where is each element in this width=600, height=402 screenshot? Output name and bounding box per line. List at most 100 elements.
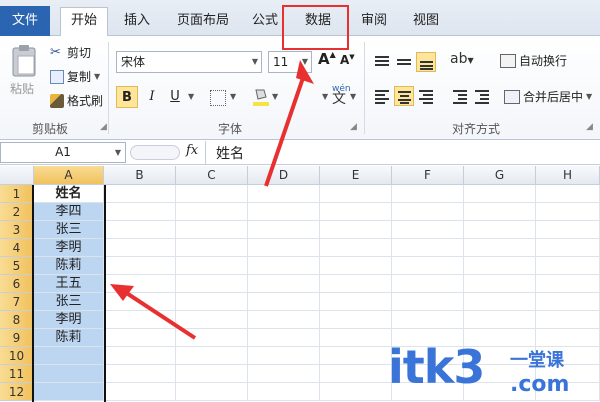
orientation-icon[interactable]: ab▼ [450, 51, 474, 67]
row-header[interactable]: 2 [0, 203, 34, 221]
tab-view[interactable]: 视图 [404, 8, 448, 34]
cell-a[interactable]: 姓名 [34, 185, 104, 203]
cell[interactable] [536, 185, 600, 203]
underline-button[interactable]: U [164, 86, 186, 108]
grow-font-icon[interactable]: A▲ [318, 50, 336, 68]
cell-a[interactable]: 李明 [34, 311, 104, 329]
font-size-select[interactable]: 11 ▼ [268, 51, 312, 73]
paste-button[interactable]: 粘贴 [10, 80, 34, 97]
wrap-text-button[interactable]: 自动换行 [500, 52, 567, 69]
italic-button[interactable]: I [141, 86, 163, 108]
fill-color-icon[interactable] [252, 87, 270, 107]
paste-icon[interactable] [10, 44, 38, 78]
chevron-down-icon[interactable]: ▼ [350, 92, 356, 101]
cell[interactable] [464, 185, 536, 203]
formula-bar-divider-handle[interactable] [130, 145, 180, 160]
row-header[interactable]: 10 [0, 347, 34, 365]
cell[interactable] [248, 293, 320, 311]
cell[interactable] [104, 203, 176, 221]
formula-input[interactable]: 姓名 [216, 143, 244, 163]
cut-button[interactable]: ✂ 剪切 [50, 44, 91, 61]
cell[interactable] [176, 383, 248, 401]
cell[interactable] [176, 185, 248, 203]
column-header[interactable]: H [536, 166, 600, 185]
cell[interactable] [176, 311, 248, 329]
row-header[interactable]: 3 [0, 221, 34, 239]
cell[interactable] [320, 239, 392, 257]
cell[interactable] [176, 257, 248, 275]
cell[interactable] [392, 221, 464, 239]
align-middle-button[interactable] [394, 52, 414, 72]
cell-a[interactable]: 王五 [34, 275, 104, 293]
align-bottom-button[interactable] [416, 52, 436, 72]
chevron-down-icon[interactable]: ▼ [272, 92, 278, 101]
tab-page-layout[interactable]: 页面布局 [168, 8, 238, 34]
column-header[interactable]: A [34, 166, 104, 185]
cell[interactable] [176, 329, 248, 347]
cell-a[interactable] [34, 347, 104, 365]
cell[interactable] [392, 293, 464, 311]
name-box[interactable]: A1 ▼ [0, 142, 126, 163]
cell[interactable] [248, 257, 320, 275]
cell[interactable] [248, 329, 320, 347]
cell[interactable] [104, 275, 176, 293]
cell[interactable] [104, 239, 176, 257]
bold-button[interactable]: B [116, 86, 138, 108]
dialog-launcher-icon[interactable]: ◢ [100, 122, 107, 132]
row-header[interactable]: 1 [0, 185, 34, 203]
cell[interactable] [104, 347, 176, 365]
cell-a[interactable]: 李明 [34, 239, 104, 257]
cell[interactable] [536, 221, 600, 239]
select-all-corner[interactable] [0, 166, 34, 185]
cell[interactable] [536, 311, 600, 329]
cell[interactable] [104, 311, 176, 329]
tab-review[interactable]: 审阅 [352, 8, 396, 34]
cell[interactable] [104, 185, 176, 203]
row-header[interactable]: 8 [0, 311, 34, 329]
cell-a[interactable]: 张三 [34, 293, 104, 311]
cell[interactable] [176, 203, 248, 221]
tab-formulas[interactable]: 公式 [244, 8, 286, 34]
cell[interactable] [320, 221, 392, 239]
cell[interactable] [320, 347, 392, 365]
cell[interactable] [392, 203, 464, 221]
cell[interactable] [320, 383, 392, 401]
align-center-button[interactable] [394, 86, 414, 106]
cell[interactable] [392, 239, 464, 257]
cell-a[interactable]: 张三 [34, 221, 104, 239]
cell[interactable] [176, 221, 248, 239]
chevron-down-icon[interactable]: ▼ [230, 92, 236, 101]
shrink-font-icon[interactable]: A▼ [340, 53, 355, 67]
tab-home[interactable]: 开始 [60, 7, 108, 36]
cell[interactable] [104, 257, 176, 275]
cell[interactable] [320, 257, 392, 275]
tab-file[interactable]: 文件 [0, 6, 50, 36]
cell[interactable] [104, 293, 176, 311]
cell[interactable] [536, 275, 600, 293]
copy-button[interactable]: 复制 ▼ [50, 68, 100, 85]
cell[interactable] [320, 329, 392, 347]
cell[interactable] [248, 383, 320, 401]
cell[interactable] [536, 293, 600, 311]
cell[interactable] [176, 293, 248, 311]
cell[interactable] [536, 329, 600, 347]
cell[interactable] [176, 239, 248, 257]
cell[interactable] [248, 365, 320, 383]
cell[interactable] [464, 293, 536, 311]
cell[interactable] [320, 203, 392, 221]
cell[interactable] [464, 311, 536, 329]
cell[interactable] [464, 203, 536, 221]
phonetic-guide-icon[interactable]: wén 文 [332, 84, 351, 106]
column-header[interactable]: C [176, 166, 248, 185]
column-header[interactable]: D [248, 166, 320, 185]
align-left-button[interactable] [372, 86, 392, 106]
decrease-indent-button[interactable] [450, 86, 470, 106]
border-icon[interactable] [210, 90, 226, 106]
cell[interactable] [320, 311, 392, 329]
dialog-launcher-icon[interactable]: ◢ [350, 122, 357, 132]
cell[interactable] [104, 365, 176, 383]
font-name-select[interactable]: 宋体 ▼ [116, 51, 262, 73]
cell[interactable] [392, 257, 464, 275]
cell-a[interactable] [34, 365, 104, 383]
dialog-launcher-icon[interactable]: ◢ [586, 122, 593, 132]
